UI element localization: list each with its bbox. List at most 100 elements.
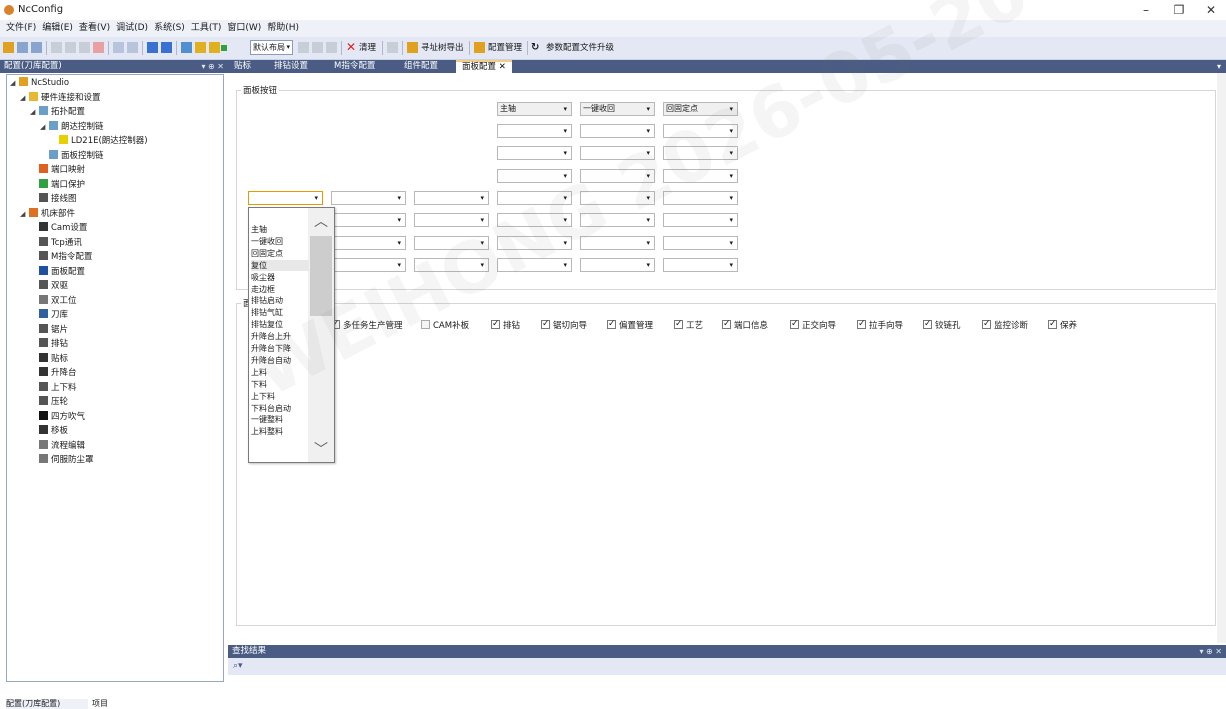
run-icon[interactable]	[147, 42, 158, 53]
chevron-down-icon[interactable]: ▾	[646, 259, 650, 271]
chevron-down-icon[interactable]: ▾	[646, 214, 650, 226]
chevron-down-icon[interactable]: ▾	[397, 192, 401, 204]
menu-item-1[interactable]: 编辑(E)	[39, 20, 76, 37]
chevron-down-icon[interactable]: ▾	[646, 103, 650, 115]
menu-item-3[interactable]: 调试(D)	[113, 20, 151, 37]
tree-item[interactable]: 压轮	[30, 396, 68, 408]
button-function-combo[interactable]: ▾	[580, 146, 655, 160]
scroll-down-icon[interactable]: ﹀	[308, 440, 334, 460]
refresh-icon[interactable]	[298, 42, 309, 53]
tree-item[interactable]: 端口保护	[30, 178, 85, 191]
tree-item[interactable]: 流程编辑	[30, 439, 85, 452]
stop-icon[interactable]	[161, 42, 172, 53]
menu-item-4[interactable]: 系统(S)	[151, 20, 188, 37]
copy-icon[interactable]	[65, 42, 76, 53]
chevron-down-icon[interactable]: ▾	[563, 125, 567, 137]
dropdown-option[interactable]: 上料整料	[251, 426, 309, 437]
tab-0[interactable]: 贴标	[228, 60, 257, 73]
tree-item[interactable]: ◢ 机床部件	[20, 207, 75, 220]
chevron-down-icon[interactable]: ▾	[480, 237, 484, 249]
feature-checkbox[interactable]: 铰链孔	[923, 318, 961, 332]
dropdown-option[interactable]: 一键收回	[251, 236, 309, 247]
button-function-combo[interactable]: ▾	[580, 124, 655, 138]
chevron-down-icon[interactable]: ▾	[563, 192, 567, 204]
checkbox-checked-icon[interactable]	[541, 318, 550, 330]
tab-config[interactable]: 配置(刀库配置)	[6, 699, 88, 709]
expand-icon[interactable]: ◢	[20, 92, 29, 104]
chevron-down-icon[interactable]: ▾	[729, 259, 733, 271]
chevron-down-icon[interactable]: ▾	[563, 237, 567, 249]
tree-item[interactable]: 上下料	[30, 381, 77, 394]
save-icon[interactable]	[17, 42, 28, 53]
chevron-down-icon[interactable]: ▾	[397, 259, 401, 271]
delete-icon[interactable]	[93, 42, 104, 53]
dropdown-option[interactable]: 下料台启动	[251, 403, 309, 414]
feature-checkbox[interactable]: CAM补板	[421, 320, 469, 332]
maximize-button[interactable]: ❐	[1164, 2, 1194, 18]
tree-item[interactable]: LD21E(朗达控制器)	[50, 135, 148, 147]
chevron-down-icon[interactable]: ▾	[729, 237, 733, 249]
tab-4[interactable]: 面板配置 ✕	[456, 60, 512, 73]
chevron-down-icon[interactable]: ▾	[397, 214, 401, 226]
menu-item-7[interactable]: 帮助(H)	[264, 20, 302, 37]
chevron-down-icon[interactable]: ▾	[563, 103, 567, 115]
button-function-combo[interactable]: ▾	[580, 213, 655, 227]
feature-checkbox[interactable]: 监控诊断	[982, 318, 1028, 332]
save-all-icon[interactable]	[31, 42, 42, 53]
button-function-combo[interactable]: ▾	[663, 146, 738, 160]
dropdown-option[interactable]: 排钻复位	[251, 319, 309, 330]
menu-item-5[interactable]: 工具(T)	[188, 20, 225, 37]
chevron-down-icon[interactable]: ▾	[646, 170, 650, 182]
tree-item[interactable]: 移板	[30, 425, 68, 437]
button-function-combo[interactable]: ▾	[663, 191, 738, 205]
panel-controls[interactable]: ▾ ⊕ ✕	[201, 60, 224, 73]
button-function-combo[interactable]: ▾	[497, 191, 572, 205]
menu-item-2[interactable]: 查看(V)	[76, 20, 113, 37]
chevron-down-icon[interactable]: ▾	[646, 237, 650, 249]
close-button[interactable]: ✕	[1196, 2, 1226, 18]
button-function-combo[interactable]: ▾	[663, 169, 738, 183]
chevron-down-icon[interactable]: ▾	[729, 125, 733, 137]
paste-icon[interactable]	[79, 42, 90, 53]
tab-2[interactable]: M指令配置	[328, 60, 381, 73]
tree-item[interactable]: 刀库	[30, 309, 68, 321]
cut-icon[interactable]	[51, 42, 62, 53]
chevron-down-icon[interactable]: ▾	[729, 214, 733, 226]
chevron-down-icon[interactable]: ▾	[729, 170, 733, 182]
dropdown-scroll-thumb[interactable]	[310, 236, 332, 316]
dropdown-icon[interactable]	[312, 42, 323, 53]
tab-list-arrow-icon[interactable]: ▾	[1217, 60, 1221, 73]
dropdown-option[interactable]: 走边框	[251, 284, 309, 295]
feature-checkbox[interactable]: 保养	[1048, 318, 1077, 332]
tree-item[interactable]: ◢ 朗达控制链	[40, 120, 104, 133]
chevron-down-icon[interactable]: ▾	[480, 214, 484, 226]
dropdown-option[interactable]: 排钻启动	[251, 295, 309, 306]
config-tree[interactable]: ◢ NcStudio ◢ 硬件连接和设置 ◢ 拓扑配置 ◢ 朗达控制链 LD21E(朗达控制器)…	[6, 74, 224, 682]
redo-icon[interactable]	[127, 42, 138, 53]
undo-icon[interactable]	[113, 42, 124, 53]
button-function-combo[interactable]: ▾	[248, 191, 323, 205]
tree-item[interactable]: ◢ 拓扑配置	[30, 106, 85, 118]
chevron-down-icon[interactable]: ▾	[480, 259, 484, 271]
dropdown-option[interactable]: 排钻气缸	[251, 307, 309, 318]
clean-button[interactable]: 清理	[359, 42, 376, 54]
dropdown-option[interactable]: 升降台自动	[251, 355, 309, 366]
checkbox-checked-icon[interactable]	[722, 318, 731, 330]
export-icon[interactable]	[407, 42, 418, 53]
expand-icon[interactable]: ◢	[20, 208, 29, 220]
expand-icon[interactable]: ◢	[10, 77, 19, 89]
tree-item[interactable]: 贴标	[30, 352, 68, 365]
config-mgmt-icon[interactable]	[474, 42, 485, 53]
button-function-combo[interactable]: 主轴 ▾	[497, 102, 572, 116]
new-icon[interactable]	[3, 42, 14, 53]
debug-icon[interactable]	[195, 42, 206, 53]
menu-item-6[interactable]: 窗口(W)	[224, 20, 264, 37]
checkbox-unchecked-icon[interactable]	[421, 320, 430, 329]
tree-item[interactable]: 端口映射	[30, 164, 85, 176]
chevron-down-icon[interactable]: ▾	[729, 103, 733, 115]
feature-checkbox[interactable]: 正交向导	[790, 318, 836, 332]
tree-item[interactable]: 锯片	[30, 323, 68, 336]
button-function-combo[interactable]: ▾	[331, 191, 406, 205]
search-icon[interactable]: ⌕▾	[233, 661, 243, 671]
menu-item-0[interactable]: 文件(F)	[3, 20, 39, 37]
